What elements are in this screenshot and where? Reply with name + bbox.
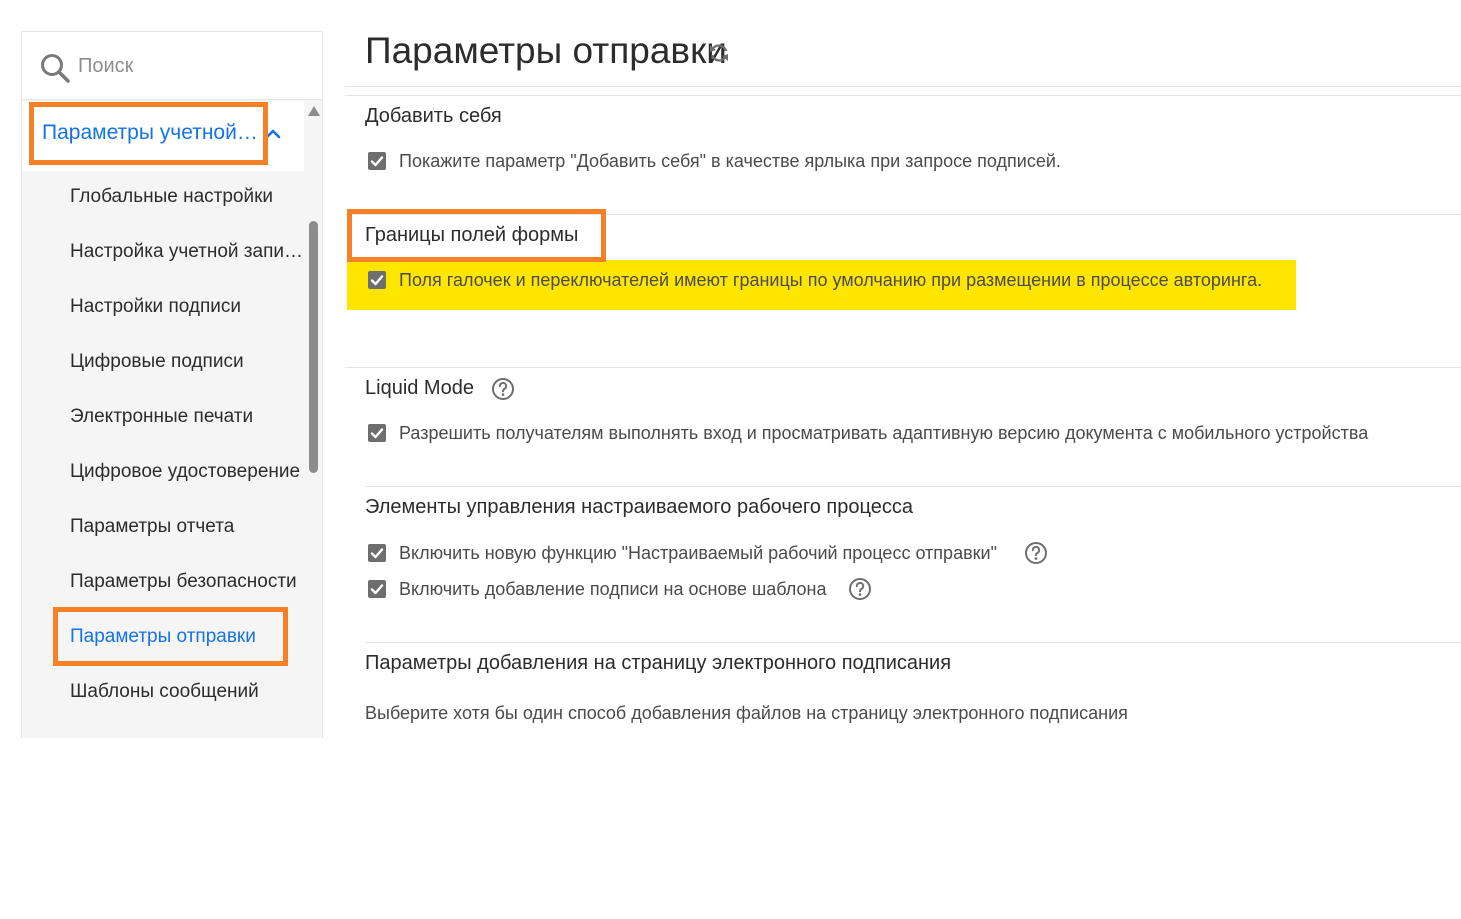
search-input[interactable] bbox=[78, 50, 298, 82]
search-icon bbox=[41, 54, 70, 83]
form-borders-label: Поля галочек и переключателей имеют гран… bbox=[399, 270, 1263, 290]
sidebar-item-account-setup[interactable]: Настройка учетной записи bbox=[70, 232, 304, 272]
sidebar-scrollbar[interactable] bbox=[305, 101, 322, 739]
liquid-mode-checkbox[interactable] bbox=[368, 424, 386, 442]
template-signature-help-icon[interactable] bbox=[848, 577, 872, 601]
custom-send-workflow-label: Включить новую функцию "Настраиваемый ра… bbox=[399, 543, 997, 563]
page-title: Параметры отправки bbox=[365, 30, 727, 71]
section-title-esign-page: Параметры добавления на страницу электро… bbox=[365, 652, 952, 674]
sidebar-item-electronic-seals[interactable]: Электронные печати bbox=[70, 397, 304, 437]
section-title-form-borders: Границы полей формы bbox=[365, 224, 579, 246]
sidebar-item-signature-settings[interactable]: Настройки подписи bbox=[70, 287, 304, 327]
template-signature-checkbox[interactable] bbox=[368, 580, 386, 598]
section-title-workflow-controls: Элементы управления настраиваемого рабоч… bbox=[365, 496, 913, 518]
scroll-up-arrow-icon[interactable] bbox=[308, 106, 320, 116]
section-title-liquid-mode: Liquid Mode bbox=[365, 377, 474, 399]
sidebar-group-account-settings[interactable]: Параметры учетной… bbox=[22, 101, 304, 171]
section-title-add-self: Добавить себя bbox=[365, 105, 502, 127]
scrollbar-thumb[interactable] bbox=[309, 221, 318, 473]
sidebar-item-security-settings[interactable]: Параметры безопасности bbox=[70, 562, 304, 602]
template-signature-label: Включить добавление подписи на основе ша… bbox=[399, 579, 827, 599]
title-divider bbox=[345, 86, 1461, 87]
liquid-mode-help-icon[interactable] bbox=[491, 377, 515, 401]
sidebar-item-digital-identity[interactable]: Цифровое удостоверение bbox=[70, 452, 304, 492]
section-divider bbox=[345, 95, 1461, 96]
section-divider bbox=[365, 486, 1461, 487]
refresh-icon[interactable] bbox=[708, 42, 730, 64]
sidebar-item-report-settings[interactable]: Параметры отчета bbox=[70, 507, 304, 547]
search-box bbox=[22, 32, 322, 100]
esign-page-description: Выберите хотя бы один способ добавления … bbox=[365, 703, 1128, 723]
sidebar-item-message-templates[interactable]: Шаблоны сообщений bbox=[70, 672, 304, 712]
form-borders-checkbox[interactable] bbox=[368, 271, 386, 289]
sidebar-item-global-settings[interactable]: Глобальные настройки bbox=[70, 177, 304, 217]
add-self-checkbox[interactable] bbox=[368, 152, 386, 170]
sidebar: Параметры учетной… Глобальные настройки … bbox=[21, 31, 323, 738]
section-divider bbox=[345, 367, 1461, 368]
sidebar-group-label: Параметры учетной… bbox=[42, 121, 258, 144]
custom-send-workflow-help-icon[interactable] bbox=[1024, 541, 1048, 565]
custom-send-workflow-checkbox[interactable] bbox=[368, 544, 386, 562]
chevron-up-icon[interactable] bbox=[264, 125, 282, 143]
section-divider bbox=[345, 214, 1461, 215]
liquid-mode-label: Разрешить получателям выполнять вход и п… bbox=[399, 423, 1369, 443]
sidebar-item-send-settings[interactable]: Параметры отправки bbox=[70, 617, 304, 657]
sidebar-item-digital-signatures[interactable]: Цифровые подписи bbox=[70, 342, 304, 382]
section-divider bbox=[365, 642, 1461, 643]
add-self-label: Покажите параметр "Добавить себя" в каче… bbox=[399, 151, 1061, 171]
